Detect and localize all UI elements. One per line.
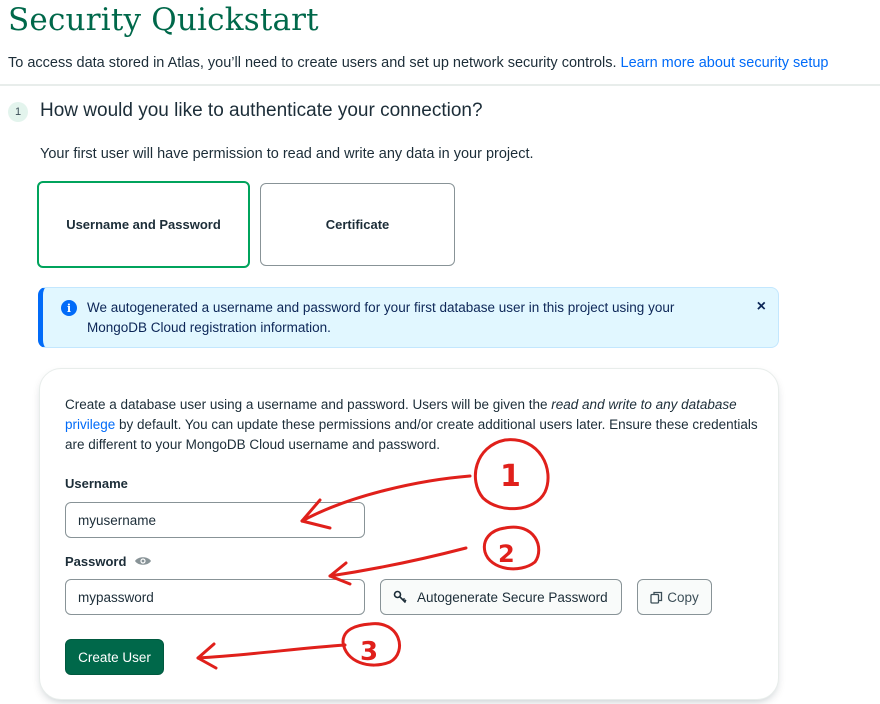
intro-text: To access data stored in Atlas, you’ll n…	[8, 55, 829, 71]
privilege-link[interactable]: privilege	[65, 417, 115, 432]
form-description-part-1: Create a database user using a username …	[65, 397, 552, 412]
eye-icon[interactable]	[134, 555, 152, 567]
copy-button[interactable]: Copy	[637, 579, 712, 615]
key-icon	[393, 590, 407, 604]
username-label: Username	[65, 476, 128, 491]
copy-label: Copy	[667, 589, 699, 605]
close-icon[interactable]: ×	[757, 298, 766, 316]
copy-icon	[650, 591, 663, 604]
header-divider	[0, 84, 880, 86]
password-input[interactable]	[65, 579, 365, 615]
autogenerate-password-label: Autogenerate Secure Password	[417, 589, 608, 605]
step-title: How would you like to authenticate your …	[40, 100, 483, 121]
form-description-part-2: by default. You can update these permiss…	[65, 417, 758, 452]
page-title: Security Quickstart	[8, 2, 319, 38]
info-banner: i We autogenerated a username and passwo…	[38, 287, 779, 348]
autogenerate-password-button[interactable]: Autogenerate Secure Password	[380, 579, 622, 615]
form-description: Create a database user using a username …	[65, 395, 765, 455]
form-description-emphasis: read and write to any database	[551, 397, 737, 412]
create-user-card: Create a database user using a username …	[39, 368, 779, 700]
auth-option-username-password[interactable]: Username and Password	[37, 181, 250, 268]
step-number-badge: 1	[8, 102, 28, 122]
intro-description: To access data stored in Atlas, you’ll n…	[8, 55, 617, 71]
auth-option-certificate[interactable]: Certificate	[260, 183, 455, 266]
password-label: Password	[65, 554, 127, 569]
username-input[interactable]	[65, 502, 365, 538]
learn-more-link[interactable]: Learn more about security setup	[621, 55, 829, 71]
info-banner-text: We autogenerated a username and password…	[87, 300, 675, 335]
step-subtitle: Your first user will have permission to …	[40, 146, 534, 162]
info-icon: i	[61, 300, 77, 316]
create-user-button[interactable]: Create User	[65, 639, 164, 675]
